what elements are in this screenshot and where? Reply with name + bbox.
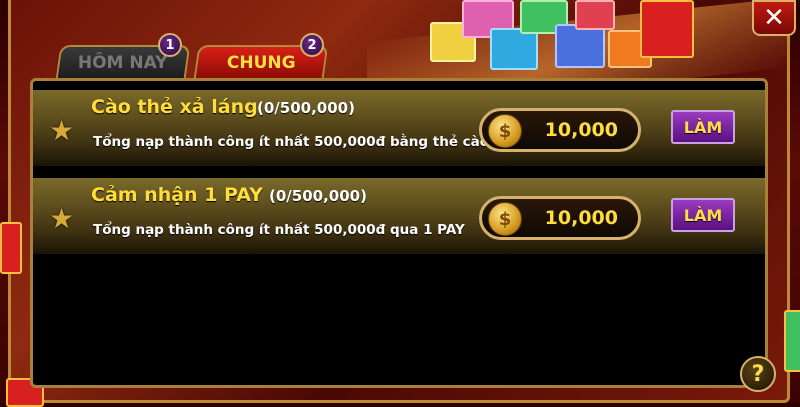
task-row: ★ Cảm nhận 1 PAY (0/500,000) Tổng nạp th… xyxy=(33,178,765,254)
tab-today-badge: 1 xyxy=(158,33,182,57)
star-icon: ★ xyxy=(49,114,75,147)
task-row: ★ Cào thẻ xả láng (0/500,000) Tổng nạp t… xyxy=(33,90,765,166)
close-icon: ✕ xyxy=(763,3,785,33)
tab-general-label: CHUNG xyxy=(226,53,296,73)
coin-icon: $ xyxy=(488,114,522,148)
task-description: Tổng nạp thành công ít nhất 500,000đ qua… xyxy=(93,222,465,238)
task-description: Tổng nạp thành công ít nhất 500,000đ bằn… xyxy=(93,134,490,150)
close-button[interactable]: ✕ xyxy=(752,0,796,36)
task-title: Cảm nhận 1 PAY xyxy=(91,184,263,206)
reward-box: $ 10,000 xyxy=(479,108,641,152)
coin-icon: $ xyxy=(488,202,522,236)
reward-amount: 10,000 xyxy=(544,207,618,229)
do-task-button[interactable]: LÀM xyxy=(671,198,735,232)
reward-box: $ 10,000 xyxy=(479,196,641,240)
help-icon: ? xyxy=(751,361,765,387)
task-title: Cào thẻ xả láng xyxy=(91,96,258,118)
reward-amount: 10,000 xyxy=(544,119,618,141)
help-button[interactable]: ? xyxy=(740,356,776,392)
tab-today-label: HÔM NAY xyxy=(78,53,168,73)
task-progress: (0/500,000) xyxy=(269,187,367,205)
do-task-button[interactable]: LÀM xyxy=(671,110,735,144)
task-progress: (0/500,000) xyxy=(257,99,355,117)
star-icon: ★ xyxy=(49,202,75,235)
tab-general-badge: 2 xyxy=(300,33,324,57)
